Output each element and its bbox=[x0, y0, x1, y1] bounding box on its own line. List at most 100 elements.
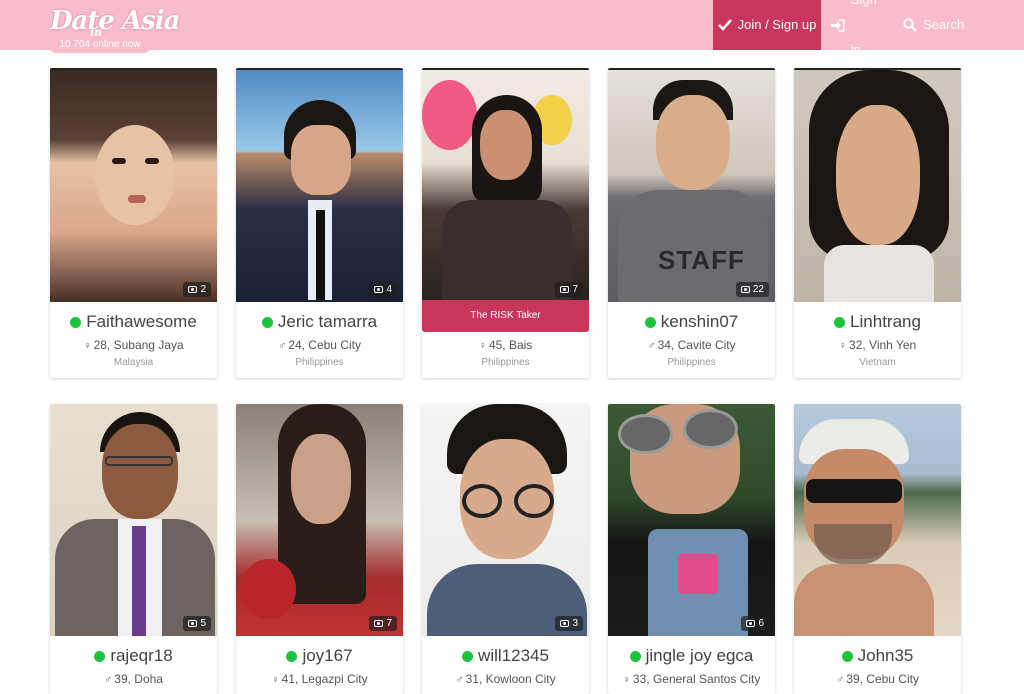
photo-count-badge: 7 bbox=[555, 282, 583, 297]
profile-name-row[interactable]: rajeqr18 bbox=[50, 646, 217, 666]
profile-card[interactable]: 3 will12345 ♂ 31, Kowloon City bbox=[422, 404, 589, 694]
age-city-text: 33, General Santos City bbox=[632, 672, 761, 686]
male-icon: ♂ bbox=[104, 674, 113, 686]
male-icon: ♂ bbox=[647, 340, 656, 352]
photo-count: 2 bbox=[200, 284, 206, 295]
profile-photo[interactable]: 6 bbox=[608, 404, 775, 636]
profile-photo[interactable] bbox=[794, 404, 961, 636]
profile-age-city: ♂ 39, Cebu City bbox=[794, 672, 961, 686]
photo-count-badge: 7 bbox=[369, 616, 397, 631]
profile-name-row[interactable]: kenshin07 bbox=[608, 312, 775, 332]
profile-name-row[interactable]: Linhtrang bbox=[794, 312, 961, 332]
age-city-text: 45, Bais bbox=[488, 338, 533, 352]
profile-card[interactable]: 5 rajeqr18 ♂ 39, Doha bbox=[50, 404, 217, 694]
online-status-dot bbox=[94, 650, 106, 662]
profile-name: Jeric tamarra bbox=[277, 312, 378, 331]
search-label: Search bbox=[923, 17, 965, 32]
camera-icon bbox=[746, 620, 756, 627]
profile-card[interactable]: 6 jingle joy egca ♀ 33, General Santos Ci… bbox=[608, 404, 775, 694]
camera-icon bbox=[188, 620, 198, 627]
top-navbar: DateAsia in Join / Sign up Sign in Searc… bbox=[0, 0, 1024, 57]
profile-name-row[interactable]: will12345 bbox=[422, 646, 589, 666]
age-city-text: 28, Subang Jaya bbox=[93, 338, 184, 352]
age-city-text: 39, Cebu City bbox=[846, 672, 919, 686]
photo-count: 6 bbox=[758, 618, 764, 629]
profile-name: rajeqr18 bbox=[110, 646, 173, 665]
signin-link[interactable]: Sign in bbox=[830, 0, 890, 57]
profile-card[interactable]: 4 Jeric tamarra ♂ 24, Cebu City Philippin… bbox=[236, 68, 403, 378]
online-status-dot bbox=[286, 650, 298, 662]
profile-country: Vietnam bbox=[859, 357, 896, 368]
profile-name-row[interactable]: joy167 bbox=[236, 646, 403, 666]
age-city-text: 41, Legazpi City bbox=[281, 672, 368, 686]
profile-name: joy167 bbox=[302, 646, 353, 665]
profile-age-city: ♀ 33, General Santos City bbox=[608, 672, 775, 686]
camera-icon bbox=[560, 286, 570, 293]
age-city-text: 39, Doha bbox=[114, 672, 163, 686]
profile-age-city: ♀ 28, Subang Jaya bbox=[50, 338, 217, 352]
profile-photo[interactable]: 2 bbox=[50, 68, 217, 302]
profile-name-row[interactable]: John35 bbox=[794, 646, 961, 666]
profile-country: Philippines bbox=[481, 357, 530, 368]
photo-count: 7 bbox=[572, 284, 578, 295]
profile-name-row[interactable]: jingle joy egca bbox=[608, 646, 775, 666]
profile-photo[interactable]: 5 bbox=[50, 404, 217, 636]
age-city-text: 24, Cebu City bbox=[288, 338, 361, 352]
profile-age-city: ♀ 45, Bais bbox=[422, 338, 589, 352]
profile-photo[interactable]: 4 bbox=[236, 68, 403, 302]
online-status-dot bbox=[462, 650, 474, 662]
profile-card[interactable]: John35 ♂ 39, Cebu City bbox=[794, 404, 961, 694]
profile-photo[interactable]: 7 bbox=[236, 404, 403, 636]
male-icon: ♂ bbox=[455, 674, 464, 686]
profile-name-ribbon[interactable]: The RISK Taker bbox=[422, 300, 589, 332]
profile-age-city: ♀ 41, Legazpi City bbox=[236, 672, 403, 686]
age-city-text: 31, Kowloon City bbox=[465, 672, 556, 686]
online-count-badge: 10 704 online now bbox=[50, 37, 150, 53]
male-icon: ♂ bbox=[836, 674, 845, 686]
photo-count: 4 bbox=[386, 284, 392, 295]
search-link[interactable]: Search bbox=[903, 0, 967, 50]
check-icon bbox=[717, 19, 732, 31]
profile-name-row[interactable]: Faithawesome bbox=[50, 312, 217, 332]
profile-age-city: ♂ 31, Kowloon City bbox=[422, 672, 589, 686]
profile-name-row[interactable]: Jeric tamarra bbox=[236, 312, 403, 332]
join-signup-button[interactable]: Join / Sign up bbox=[713, 0, 821, 50]
signin-icon bbox=[830, 18, 845, 32]
photo-count-badge: 4 bbox=[369, 282, 397, 297]
female-icon: ♀ bbox=[478, 340, 487, 352]
profile-card[interactable]: Linhtrang ♀ 32, Vinh Yen Vietnam bbox=[794, 68, 961, 378]
profile-card[interactable]: STAFF 22 kenshin07 ♂ 34, Cavite City Phil… bbox=[608, 68, 775, 378]
online-status-dot bbox=[629, 650, 641, 662]
online-status-dot bbox=[834, 316, 846, 328]
photo-count: 3 bbox=[572, 618, 578, 629]
profile-card[interactable]: 7 The RISK Taker ♀ 45, Bais Philippines bbox=[422, 68, 589, 378]
search-icon bbox=[903, 18, 917, 32]
online-status-dot bbox=[841, 650, 853, 662]
online-status-dot bbox=[261, 316, 273, 328]
profile-age-city: ♀ 32, Vinh Yen bbox=[794, 338, 961, 352]
profile-photo[interactable]: 7 bbox=[422, 68, 589, 302]
camera-icon bbox=[188, 286, 198, 293]
female-icon: ♀ bbox=[83, 340, 92, 352]
profile-photo[interactable]: 3 bbox=[422, 404, 589, 636]
photo-count: 22 bbox=[752, 284, 764, 295]
female-icon: ♀ bbox=[838, 340, 848, 352]
signin-label: Sign in bbox=[850, 0, 877, 57]
photo-count-badge: 22 bbox=[735, 282, 769, 297]
join-signup-label: Join / Sign up bbox=[737, 17, 817, 32]
profile-name: Linhtrang bbox=[850, 312, 921, 331]
profile-age-city: ♂ 24, Cebu City bbox=[236, 338, 403, 352]
profile-age-city: ♂ 39, Doha bbox=[50, 672, 217, 686]
age-city-text: 34, Cavite City bbox=[657, 338, 736, 352]
photo-count-badge: 3 bbox=[555, 616, 583, 631]
profile-photo[interactable]: STAFF 22 bbox=[608, 68, 775, 302]
profile-card[interactable]: 7 joy167 ♀ 41, Legazpi City bbox=[236, 404, 403, 694]
logo-text-date: Date bbox=[50, 6, 115, 36]
photo-count: 5 bbox=[200, 618, 206, 629]
photo-count-badge: 5 bbox=[183, 616, 211, 631]
profile-country: Philippines bbox=[295, 357, 344, 368]
photo-count-badge: 6 bbox=[741, 616, 769, 631]
profile-photo[interactable] bbox=[794, 68, 961, 302]
photo-count-badge: 2 bbox=[183, 282, 211, 297]
profile-card[interactable]: 2 Faithawesome ♀ 28, Subang Jaya Malaysia bbox=[50, 68, 217, 378]
